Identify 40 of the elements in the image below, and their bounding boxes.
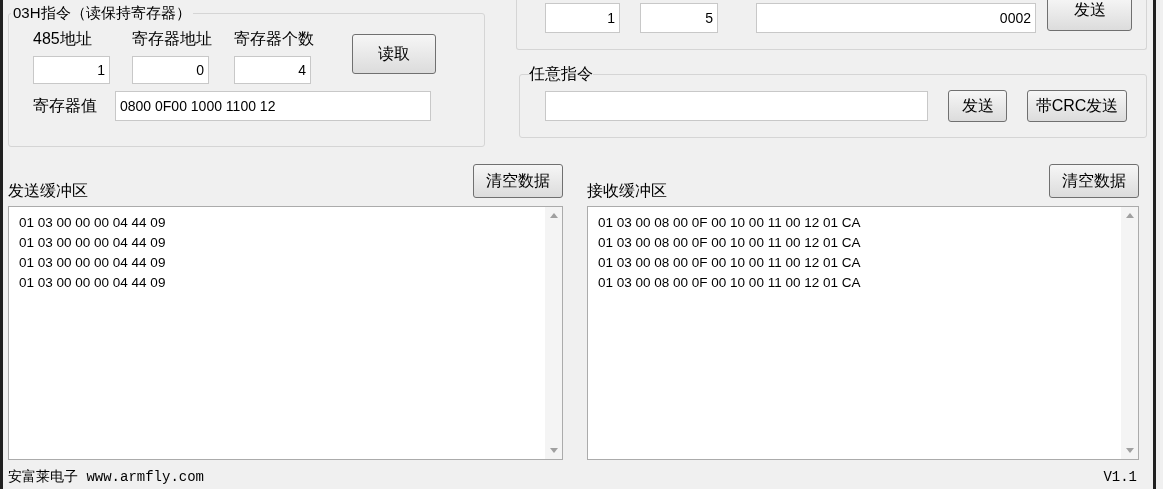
buffer-title: 接收缓冲区 [587, 181, 667, 201]
status-text: 安富莱电子 www.armfly.com [8, 468, 205, 487]
group-title: 03H指令（读保持寄存器） [12, 3, 192, 23]
group-title: 任意指令 [529, 64, 593, 84]
number-field[interactable]: 5 [640, 3, 718, 33]
clear-data-button[interactable]: 清空数据 [473, 164, 563, 198]
buffer-title: 发送缓冲区 [8, 181, 88, 201]
send-button[interactable]: 发送 [1047, 0, 1132, 31]
buffer-textarea[interactable]: 01 03 00 08 00 0F 00 10 00 11 00 12 01 CA 01 03 00 08 00 0F 00 10 00 11 00 12 01 CA 01 03 00 08 00 0F 00 10 00 11 00 12 01 CA 01 03 00 08 00 0F 00 10 00 11 00 12 01 CA [587, 206, 1139, 460]
register-value-field[interactable]: 0800 0F00 1000 1100 12 [115, 90, 431, 121]
buffer-textarea[interactable]: 01 03 00 00 00 04 44 09 01 03 00 00 00 04 44 09 01 03 00 00 00 04 44 09 01 03 00 00 00 04 44 09 [8, 206, 563, 460]
buffer-line: 01 03 00 08 00 0F 00 10 00 11 00 12 01 CA [598, 254, 862, 272]
scroll-down-icon[interactable] [1125, 448, 1134, 453]
scroll-down-icon[interactable] [549, 448, 558, 453]
buffer-line: 01 03 00 08 00 0F 00 10 00 11 00 12 01 CA [598, 214, 862, 232]
number-field[interactable]: 0 [132, 55, 209, 84]
field-label: 485地址 [33, 28, 93, 49]
buffer-line: 01 03 00 08 00 0F 00 10 00 11 00 12 01 CA [598, 274, 862, 292]
command-field[interactable] [545, 91, 928, 121]
number-field[interactable]: 1 [33, 55, 110, 84]
number-field[interactable]: 1 [545, 3, 620, 33]
field-label: 寄存器值 [33, 95, 97, 116]
field-label: 寄存器地址 [132, 28, 212, 49]
number-field[interactable]: 0002 [756, 3, 1036, 33]
scroll-up-icon[interactable] [549, 213, 558, 218]
buffer-line: 01 03 00 08 00 0F 00 10 00 11 00 12 01 CA [598, 234, 862, 252]
version-text: V1.1 [1103, 468, 1137, 487]
send-button[interactable]: 发送 [948, 90, 1007, 122]
buffer-line: 01 03 00 00 00 04 44 09 [19, 214, 167, 232]
scrollbar[interactable] [545, 207, 562, 459]
buffer-line: 01 03 00 00 00 04 44 09 [19, 254, 167, 272]
send-with-crc-button[interactable]: 带CRC发送 [1027, 90, 1127, 122]
buffer-line: 01 03 00 00 00 04 44 09 [19, 234, 167, 252]
scroll-up-icon[interactable] [1125, 213, 1134, 218]
clear-data-button[interactable]: 清空数据 [1049, 164, 1139, 198]
number-field[interactable]: 4 [234, 55, 311, 84]
buffer-line: 01 03 00 00 00 04 44 09 [19, 274, 167, 292]
read-button[interactable]: 读取 [352, 33, 436, 74]
field-label: 寄存器个数 [234, 28, 314, 49]
scrollbar[interactable] [1121, 207, 1138, 459]
